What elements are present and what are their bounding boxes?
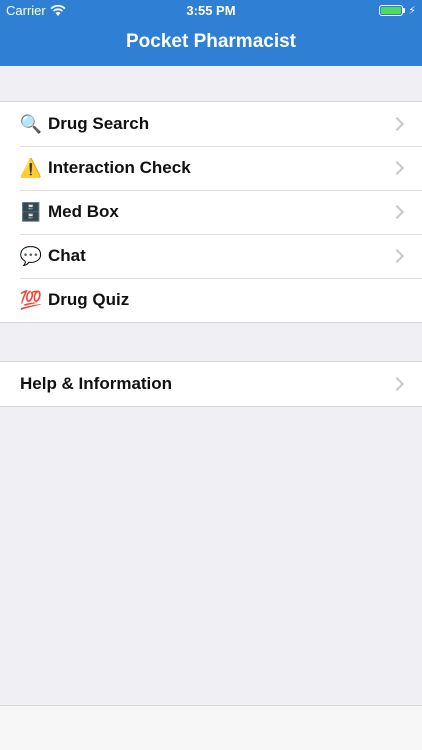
- battery-tip: [403, 8, 406, 13]
- menu-item-drug-quiz[interactable]: 💯 Drug Quiz: [0, 277, 422, 322]
- status-bar: Carrier 3:55 PM ⚡︎: [0, 0, 422, 22]
- status-time: 3:55 PM: [186, 3, 236, 18]
- warning-icon: ⚠️: [19, 158, 43, 178]
- menu-item-interaction-check[interactable]: ⚠️ Interaction Check: [0, 145, 422, 190]
- battery-icon: [379, 5, 404, 16]
- charging-bolt-icon: ⚡︎: [408, 5, 416, 17]
- menu-item-med-box[interactable]: 🗄️ Med Box: [0, 189, 422, 234]
- chevron-right-icon: [389, 376, 405, 392]
- menu-item-label: Interaction Check: [48, 158, 191, 177]
- magnifying-glass-icon: 🔍: [19, 114, 43, 134]
- file-cabinet-icon: 🗄️: [19, 202, 43, 222]
- main-menu-list: 🔍 Drug Search ⚠️ Interaction Check 🗄️ Me…: [0, 101, 422, 323]
- menu-item-label: Drug Search: [48, 114, 150, 133]
- chevron-right-icon: [389, 248, 405, 264]
- page-title: Pocket Pharmacist: [125, 31, 297, 52]
- menu-item-help-information[interactable]: Help & Information: [0, 362, 422, 406]
- menu-item-label: Med Box: [48, 202, 119, 221]
- menu-item-label: Help & Information: [20, 374, 173, 393]
- menu-item-chat[interactable]: 💬 Chat: [0, 233, 422, 278]
- chevron-right-icon: [389, 204, 405, 220]
- battery-indicator: ⚡︎: [379, 4, 416, 17]
- help-list: Help & Information: [0, 361, 422, 407]
- chevron-right-icon: [389, 116, 405, 132]
- hundred-points-icon: 💯: [19, 290, 43, 310]
- app-header: Carrier 3:55 PM ⚡︎ Pocket Pharmacist: [0, 0, 422, 66]
- bottom-toolbar: [0, 705, 422, 750]
- menu-item-label: Drug Quiz: [48, 290, 130, 309]
- battery-fill: [381, 7, 402, 14]
- menu-item-label: Chat: [48, 246, 86, 265]
- menu-item-drug-search[interactable]: 🔍 Drug Search: [0, 102, 422, 146]
- speech-bubble-icon: 💬: [19, 246, 43, 266]
- chevron-right-icon: [389, 160, 405, 176]
